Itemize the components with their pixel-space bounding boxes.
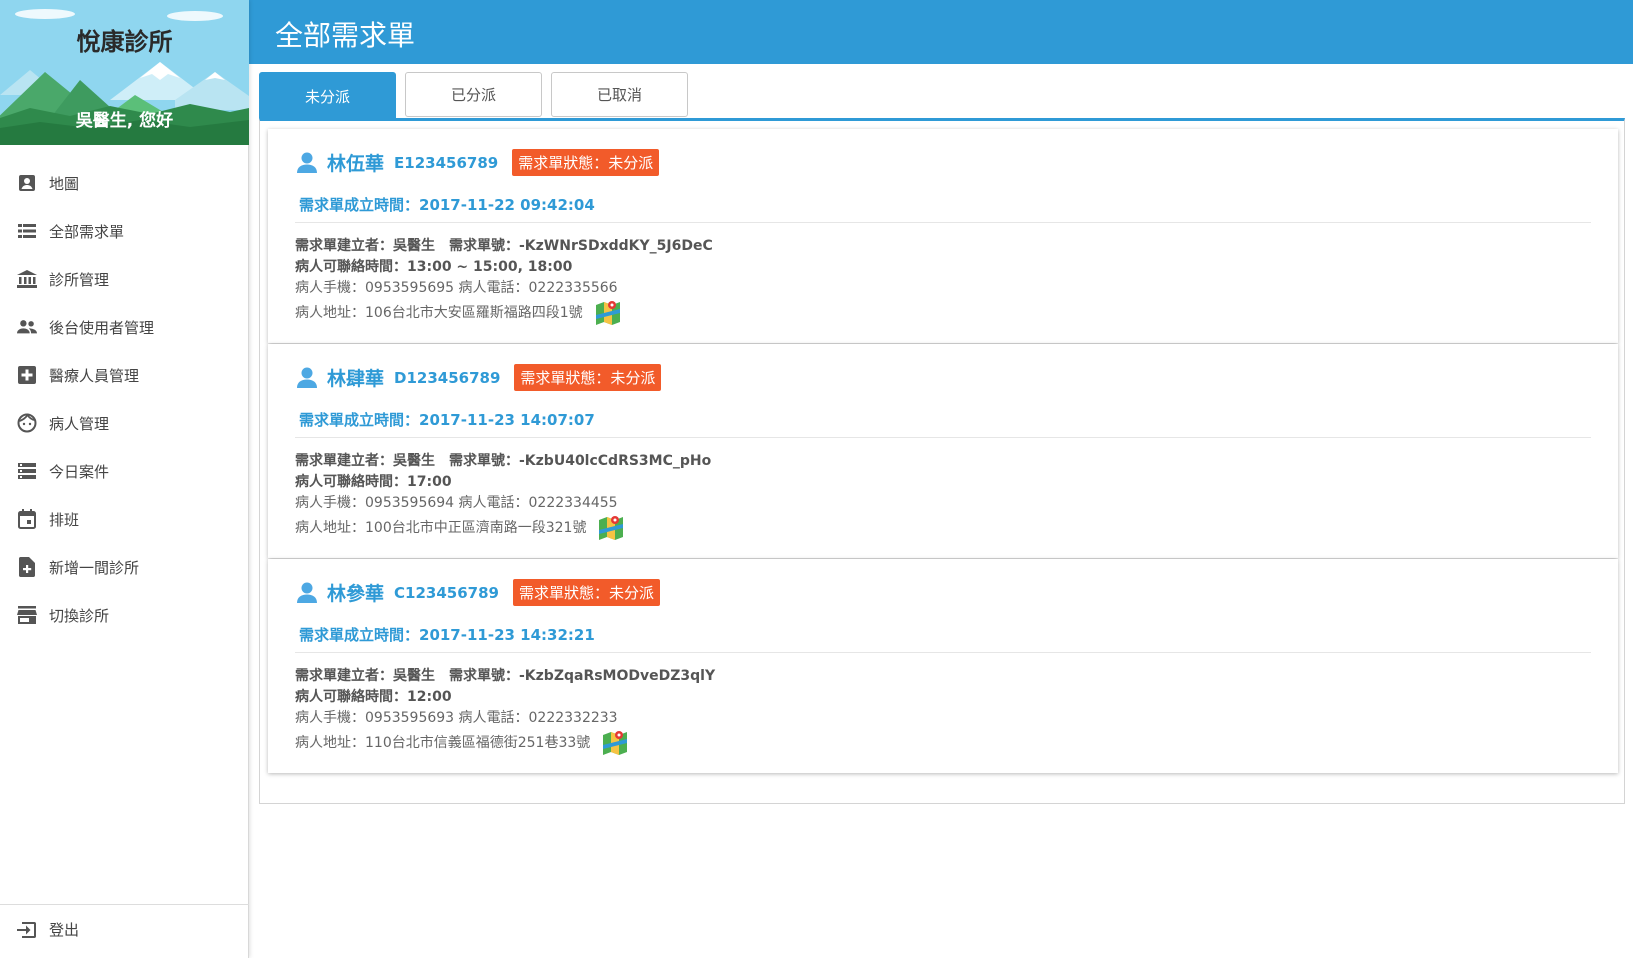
patient-address: 病人地址：106台北市大安區羅斯福路四段1號 (295, 305, 583, 321)
storage-icon (17, 461, 37, 481)
sidebar-item-label: 全部需求單 (49, 222, 125, 241)
order-card: 林肆華 D123456789 需求單狀態：未分派 需求單成立時間：2017-11… (268, 344, 1618, 558)
sidebar-item-clinic-management[interactable]: 診所管理 (0, 255, 248, 303)
list-icon (17, 221, 37, 241)
page-title: 全部需求單 (275, 19, 416, 52)
divider (295, 652, 1591, 653)
sidebar-item-label: 今日案件 (49, 462, 110, 481)
people-icon (17, 317, 37, 337)
status-badge: 需求單狀態：未分派 (512, 579, 660, 606)
sidebar-item-all-orders[interactable]: 全部需求單 (0, 207, 248, 255)
sidebar-item-label: 診所管理 (49, 270, 110, 289)
map-icon[interactable] (602, 729, 628, 755)
map-icon[interactable] (595, 299, 621, 325)
user-icon (297, 367, 317, 388)
patient-id-number: E123456789 (394, 153, 499, 172)
patient-name[interactable]: 林伍華 (327, 149, 384, 176)
sidebar-item-switch-clinic[interactable]: 切換診所 (0, 591, 248, 639)
patient-contact-time: 病人可聯絡時間：17:00 (295, 474, 452, 490)
patient-address: 病人地址：100台北市中正區濟南路一段321號 (295, 520, 587, 536)
patient-contact-time: 病人可聯絡時間：13:00 ~ 15:00, 18:00 (295, 259, 573, 275)
sidebar-banner: 悅康診所 吳醫生, 您好 (0, 0, 249, 145)
sidebar-item-medical-staff[interactable]: 醫療人員管理 (0, 351, 248, 399)
tab-cancelled[interactable]: 已取消 (551, 72, 688, 117)
sidebar-item-add-clinic[interactable]: 新增一間診所 (0, 543, 248, 591)
patient-id-number: D123456789 (394, 368, 501, 387)
patient-name[interactable]: 林肆華 (327, 364, 384, 391)
map-icon[interactable] (598, 514, 624, 540)
order-creator-and-number: 需求單建立者：吳醫生 需求單號：-KzbZqaRsMODveDZ3qlY (295, 668, 716, 684)
sidebar: 悅康診所 吳醫生, 您好 地圖 全部需求單 診所管理 後台使用者管理 醫療人員管… (0, 0, 249, 958)
order-card: 林參華 C123456789 需求單狀態：未分派 需求單成立時間：2017-11… (268, 559, 1618, 773)
tab-assigned[interactable]: 已分派 (405, 72, 542, 117)
sidebar-item-schedule[interactable]: 排班 (0, 495, 248, 543)
status-badge: 需求單狀態：未分派 (514, 364, 662, 391)
divider (295, 222, 1591, 223)
order-creator-and-number: 需求單建立者：吳醫生 需求單號：-KzWNrSDxddKY_5J6DeC (295, 238, 713, 254)
sidebar-item-label: 新增一間診所 (49, 558, 140, 577)
order-created-time: 需求單成立時間：2017-11-23 14:07:07 (299, 411, 595, 429)
exit-icon (17, 920, 37, 940)
store-icon (17, 605, 37, 625)
clinic-name: 悅康診所 (76, 28, 173, 56)
sidebar-item-label: 切換診所 (49, 606, 110, 625)
sidebar-item-admin-users[interactable]: 後台使用者管理 (0, 303, 248, 351)
calendar-icon (17, 509, 37, 529)
medical-plus-icon (17, 365, 37, 385)
app-header: 全部需求單 (249, 0, 1633, 64)
status-tabs: 未分派 已分派 已取消 (259, 72, 688, 120)
patient-address-row: 病人地址：106台北市大安區羅斯福路四段1號 (295, 299, 621, 325)
logout-label: 登出 (49, 921, 80, 939)
user-icon (297, 152, 317, 173)
contact-icon (17, 173, 37, 193)
order-card-header: 林參華 C123456789 需求單狀態：未分派 (297, 579, 660, 606)
sidebar-item-today-cases[interactable]: 今日案件 (0, 447, 248, 495)
user-greeting: 吳醫生, 您好 (75, 111, 174, 131)
tab-unassigned[interactable]: 未分派 (259, 72, 396, 120)
face-icon (17, 413, 37, 433)
sidebar-item-label: 後台使用者管理 (49, 318, 155, 337)
divider (295, 437, 1591, 438)
order-created-time: 需求單成立時間：2017-11-23 14:32:21 (299, 626, 595, 644)
patient-address-row: 病人地址：100台北市中正區濟南路一段321號 (295, 514, 624, 540)
order-created-time: 需求單成立時間：2017-11-22 09:42:04 (299, 196, 595, 214)
patient-id-number: C123456789 (394, 583, 499, 602)
logout-button[interactable]: 登出 (0, 904, 249, 954)
sidebar-nav: 地圖 全部需求單 診所管理 後台使用者管理 醫療人員管理 病人管理 今日案件 排… (0, 159, 248, 639)
order-list-panel: 林伍華 E123456789 需求單狀態：未分派 需求單成立時間：2017-11… (259, 118, 1625, 804)
sidebar-item-patients[interactable]: 病人管理 (0, 399, 248, 447)
order-card-header: 林伍華 E123456789 需求單狀態：未分派 (297, 149, 660, 176)
patient-name[interactable]: 林參華 (327, 579, 384, 606)
note-add-icon (17, 557, 37, 577)
patient-address: 病人地址：110台北市信義區福德街251巷33號 (295, 735, 591, 751)
sidebar-item-label: 排班 (49, 510, 80, 529)
bank-icon (17, 269, 37, 289)
patient-phones: 病人手機：0953595695 病人電話：0222335566 (295, 280, 618, 296)
status-badge: 需求單狀態：未分派 (512, 149, 660, 176)
order-card-header: 林肆華 D123456789 需求單狀態：未分派 (297, 364, 662, 391)
patient-phones: 病人手機：0953595694 病人電話：0222334455 (295, 495, 618, 511)
patient-address-row: 病人地址：110台北市信義區福德街251巷33號 (295, 729, 628, 755)
sidebar-item-label: 地圖 (49, 174, 80, 193)
sidebar-item-label: 病人管理 (49, 414, 110, 433)
sidebar-item-map[interactable]: 地圖 (0, 159, 248, 207)
sidebar-item-label: 醫療人員管理 (49, 366, 140, 385)
order-creator-and-number: 需求單建立者：吳醫生 需求單號：-KzbU40lcCdRS3MC_pHo (295, 453, 712, 469)
order-card: 林伍華 E123456789 需求單狀態：未分派 需求單成立時間：2017-11… (268, 129, 1618, 343)
patient-contact-time: 病人可聯絡時間：12:00 (295, 689, 452, 705)
patient-phones: 病人手機：0953595693 病人電話：0222332233 (295, 710, 618, 726)
user-icon (297, 582, 317, 603)
